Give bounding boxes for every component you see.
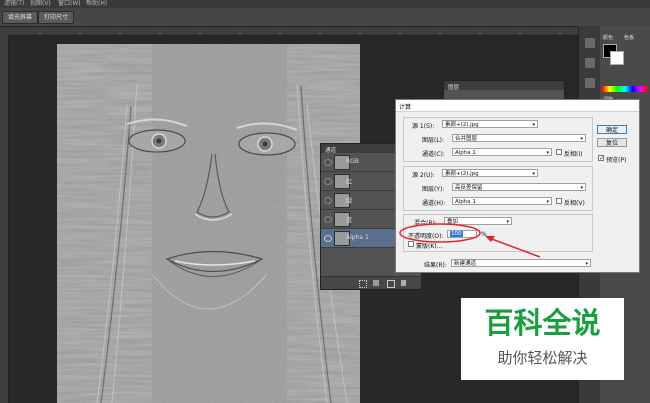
annotation-circle (399, 223, 481, 243)
watermark-subtitle: 助你轻松解决 (497, 349, 588, 367)
watermark-logo: 百科全说 助你轻松解决 (461, 298, 624, 380)
annotation-arrow-line (488, 237, 541, 258)
watermark-title: 百科全说 (484, 306, 601, 340)
